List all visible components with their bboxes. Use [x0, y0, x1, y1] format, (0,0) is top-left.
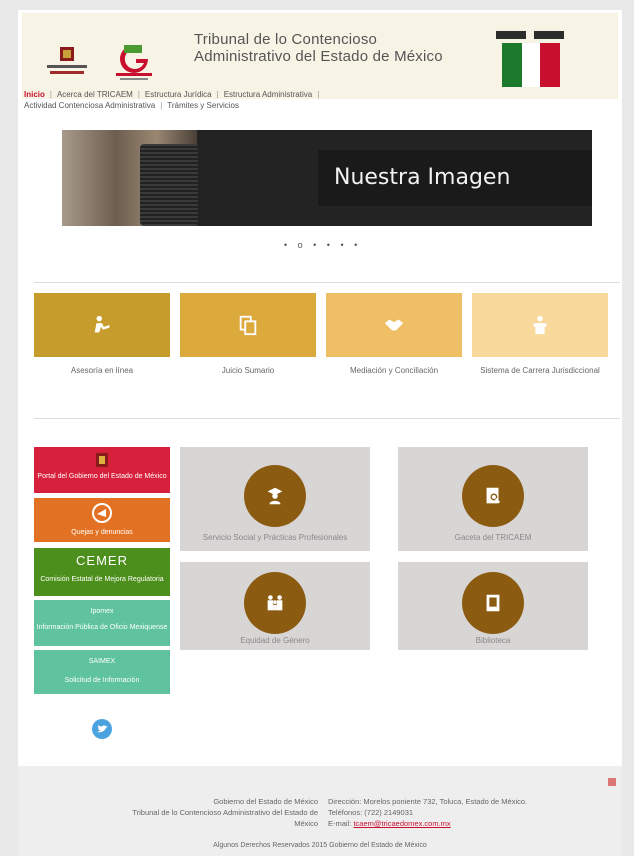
footer-org-line1: Gobierno del Estado de México: [213, 797, 318, 806]
link-cemer[interactable]: CEMER Comisión Estatal de Mejora Regulat…: [34, 548, 170, 596]
footer-logo-icon: [608, 778, 616, 786]
cemer-logo-text: CEMER: [76, 553, 128, 568]
link-saimex[interactable]: SAIMEX Solicitud de Información: [34, 650, 170, 694]
nav-item-estructura-administrativa[interactable]: Estructura Administrativa: [224, 90, 312, 99]
card-biblioteca-circle: [462, 572, 524, 634]
footer-org-line2: Tribunal de lo Contencioso Administrativ…: [132, 808, 318, 817]
card-equidad-label: Equidad de Género: [240, 636, 310, 645]
banner-slider[interactable]: Nuestra Imagen: [62, 130, 592, 226]
documents-icon: [239, 315, 257, 336]
nav-item-tramites[interactable]: Trámites y Servicios: [167, 101, 239, 110]
header: Tribunal de lo Contencioso Administrativ…: [22, 13, 618, 99]
card-equidad[interactable]: Equidad de Género: [180, 562, 370, 650]
site-title: Tribunal de lo Contencioso Administrativ…: [194, 31, 494, 65]
link-quejas[interactable]: Quejas y denuncias: [34, 498, 170, 542]
tricaem-logo[interactable]: [494, 27, 566, 89]
service-tile-asesoria[interactable]: [34, 293, 170, 357]
service-tile-carrera[interactable]: [472, 293, 608, 357]
service-tile-mediacion[interactable]: [326, 293, 462, 357]
link-quejas-label: Quejas y denuncias: [71, 529, 133, 536]
site-title-line1: Tribunal de lo Contencioso: [194, 31, 378, 48]
service-label-juicio[interactable]: Juicio Sumario: [180, 365, 316, 376]
service-tile-juicio[interactable]: [180, 293, 316, 357]
student-icon: [267, 487, 283, 505]
card-biblioteca[interactable]: Biblioteca: [398, 562, 588, 650]
gazette-icon: [486, 487, 501, 504]
card-gaceta-circle: [462, 465, 524, 527]
podium-icon: [533, 315, 547, 335]
book-icon: [486, 594, 500, 612]
link-portal-gobierno[interactable]: Portal del Gobierno del Estado de México: [34, 447, 170, 493]
megaphone-icon: [92, 503, 112, 523]
footer-contact: Dirección: Morelos poniente 732, Toluca,…: [328, 796, 618, 829]
handshake-icon: [384, 319, 404, 331]
banner-caption: Nuestra Imagen: [318, 150, 592, 206]
nav-item-actividad[interactable]: Actividad Contenciosa Administrativa: [24, 101, 155, 110]
link-portal-gobierno-label: Portal del Gobierno del Estado de México: [37, 473, 167, 480]
card-servicio-social-label: Servicio Social y Prácticas Profesionale…: [202, 533, 348, 542]
slider-dots[interactable]: • o • • • •: [284, 240, 361, 250]
footer-email-link[interactable]: tcaem@tricaedomex.com.mx: [353, 819, 450, 828]
link-ipomex[interactable]: Ipomex Información Pública de Oficio Mex…: [34, 600, 170, 646]
nav-item-inicio[interactable]: Inicio: [24, 90, 45, 99]
footer: Gobierno del Estado de México Tribunal d…: [18, 766, 622, 856]
footer-org-line3: México: [294, 819, 318, 828]
twitter-icon[interactable]: [91, 718, 113, 740]
g-logo[interactable]: [110, 41, 158, 83]
nav-item-acerca[interactable]: Acerca del TRICAEM: [57, 90, 133, 99]
nav-item-estructura-juridica[interactable]: Estructura Jurídica: [145, 90, 212, 99]
family-icon: [267, 595, 283, 611]
footer-address: Dirección: Morelos poniente 732, Toluca,…: [328, 797, 528, 806]
divider: [34, 282, 620, 283]
footer-copyright: Algunos Derechos Reservados 2015 Gobiern…: [213, 842, 427, 849]
footer-email-label: E-mail:: [328, 819, 352, 828]
main-nav: Inicio | Acerca del TRICAEM | Estructura Jur…: [24, 90, 320, 110]
card-servicio-social[interactable]: Servicio Social y Prácticas Profesionale…: [180, 447, 370, 551]
footer-phone: Teléfonos: (722) 2149031: [328, 808, 414, 817]
card-servicio-social-circle: [244, 465, 306, 527]
saimex-logo-text: SAIMEX: [88, 658, 116, 665]
page: Tribunal de lo Contencioso Administrativ…: [18, 10, 622, 856]
card-gaceta[interactable]: Gaceta del TRICAEM: [398, 447, 588, 551]
card-equidad-circle: [244, 572, 306, 634]
footer-org-info: Gobierno del Estado de México Tribunal d…: [42, 796, 318, 829]
person-laptop-icon: [94, 315, 110, 333]
service-label-mediacion[interactable]: Mediación y Conciliación: [326, 365, 462, 376]
footer-email-line: E-mail: tcaem@tricaedomex.com.mx: [328, 818, 618, 829]
link-cemer-label: Comisión Estatal de Mejora Regulatoria: [40, 576, 164, 583]
service-label-carrera[interactable]: Sistema de Carrera Jurisdiccional: [472, 365, 608, 376]
card-gaceta-label: Gaceta del TRICAEM: [454, 533, 532, 542]
link-saimex-label: Solicitud de Información: [64, 677, 140, 684]
coat-of-arms-icon: [96, 453, 108, 467]
site-title-line2: Administrativo del Estado de México: [194, 48, 443, 65]
divider: [34, 418, 620, 419]
card-biblioteca-label: Biblioteca: [475, 636, 511, 645]
ipomex-logo-text: Ipomex: [90, 608, 114, 615]
edomex-logo[interactable]: [42, 43, 92, 83]
banner-speaker-graphic: [140, 144, 198, 226]
service-label-asesoria[interactable]: Asesoría en línea: [34, 365, 170, 376]
link-ipomex-label: Información Pública de Oficio Mexiquense: [36, 624, 168, 631]
